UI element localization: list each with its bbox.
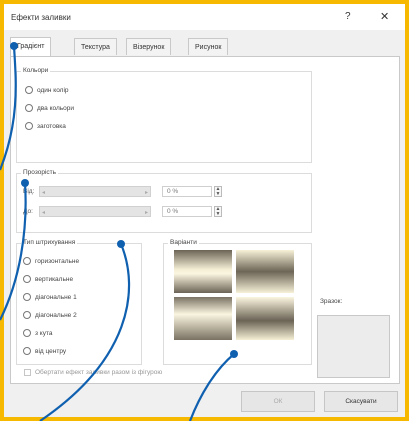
radio-label: заготовка (37, 122, 66, 130)
radio-label: два кольори (37, 104, 75, 112)
tab-gradient[interactable]: Градієнт (10, 37, 52, 56)
transparency-group: Прозорість Від: ◂ ▸ 0 % ▲ ▼ До: ◂ ▸ 0 % … (16, 169, 312, 233)
radio-circle[interactable] (23, 275, 31, 283)
sample-label: Зразок: (320, 298, 343, 305)
to-slider[interactable]: ◂ ▸ (39, 206, 151, 217)
variant-swatches (174, 250, 294, 340)
to-spin-button[interactable]: ▲ ▼ (214, 206, 222, 217)
radio-label: від центру (35, 347, 67, 355)
tab-pattern[interactable]: Візерунок (126, 38, 172, 55)
rotate-with-shape-checkbox[interactable]: Обертати ефект заливки разом із фігурою (24, 369, 162, 376)
ok-button[interactable]: ОК (241, 391, 315, 412)
radio-two-colors[interactable]: два кольори (25, 104, 74, 112)
sample-preview (317, 315, 390, 378)
radio-circle[interactable] (23, 311, 31, 319)
variant-swatch-4[interactable] (236, 297, 294, 340)
tab-texture[interactable]: Текстура (74, 38, 117, 55)
from-slider[interactable]: ◂ ▸ (39, 186, 151, 197)
radio-diagonal-up[interactable]: діагональне 1 (23, 293, 77, 301)
radio-circle[interactable] (23, 293, 31, 301)
fill-effects-dialog: Ефекти заливки ? ✕ Градієнт Текстура Віз… (4, 4, 405, 417)
radio-label: з кута (35, 329, 53, 337)
radio-circle[interactable] (23, 347, 31, 355)
variant-swatch-2[interactable] (236, 250, 294, 293)
arrow-left-icon: ◂ (42, 210, 46, 216)
arrow-right-icon: ▸ (144, 190, 148, 196)
radio-label: горизонтальне (35, 257, 80, 265)
arrow-left-icon: ◂ (42, 190, 46, 196)
radio-from-corner[interactable]: з кута (23, 329, 52, 337)
radio-one-color[interactable]: один колір (25, 86, 69, 94)
checkbox-label: Обертати ефект заливки разом із фігурою (35, 369, 163, 376)
radio-label: діагональне 1 (35, 293, 77, 301)
to-label: До: (23, 208, 33, 215)
spin-down-icon[interactable]: ▼ (216, 191, 221, 197)
dialog-title: Ефекти заливки (11, 13, 71, 22)
variant-swatch-1[interactable] (174, 250, 232, 293)
from-spin-button[interactable]: ▲ ▼ (214, 186, 222, 197)
radio-vertical[interactable]: вертикальне (23, 275, 73, 283)
radio-circle[interactable] (25, 86, 33, 94)
from-label: Від: (23, 188, 35, 195)
checkbox-box[interactable] (24, 369, 31, 376)
spin-down-icon[interactable]: ▼ (216, 211, 221, 217)
colors-group: Кольори один колір два кольори заготовка (16, 67, 312, 163)
radio-circle[interactable] (25, 122, 33, 130)
variants-legend: Варіанти (168, 239, 199, 246)
arrow-right-icon: ▸ (144, 210, 148, 216)
radio-label: діагональне 2 (35, 311, 77, 319)
title-bar: Ефекти заливки ? ✕ (4, 4, 405, 30)
from-percent-input[interactable]: 0 % (162, 186, 212, 197)
cancel-button[interactable]: Скасувати (324, 391, 398, 412)
radio-label: один колір (37, 86, 69, 94)
colors-legend: Кольори (21, 67, 51, 74)
close-icon[interactable]: ✕ (380, 10, 389, 23)
shading-legend: Тип штрихування (21, 239, 78, 246)
to-percent-input[interactable]: 0 % (162, 206, 212, 217)
radio-from-center[interactable]: від центру (23, 347, 66, 355)
radio-horizontal[interactable]: горизонтальне (23, 257, 79, 265)
radio-circle[interactable] (23, 329, 31, 337)
tab-picture[interactable]: Рисунок (188, 38, 229, 55)
variant-swatch-3[interactable] (174, 297, 232, 340)
radio-circle[interactable] (23, 257, 31, 265)
radio-preset[interactable]: заготовка (25, 122, 66, 130)
radio-circle[interactable] (25, 104, 33, 112)
help-icon[interactable]: ? (345, 11, 351, 22)
radio-diagonal-down[interactable]: діагональне 2 (23, 311, 77, 319)
transparency-legend: Прозорість (21, 169, 59, 176)
radio-label: вертикальне (35, 275, 74, 283)
shading-styles-group: Тип штрихування горизонтальне вертикальн… (16, 239, 142, 365)
